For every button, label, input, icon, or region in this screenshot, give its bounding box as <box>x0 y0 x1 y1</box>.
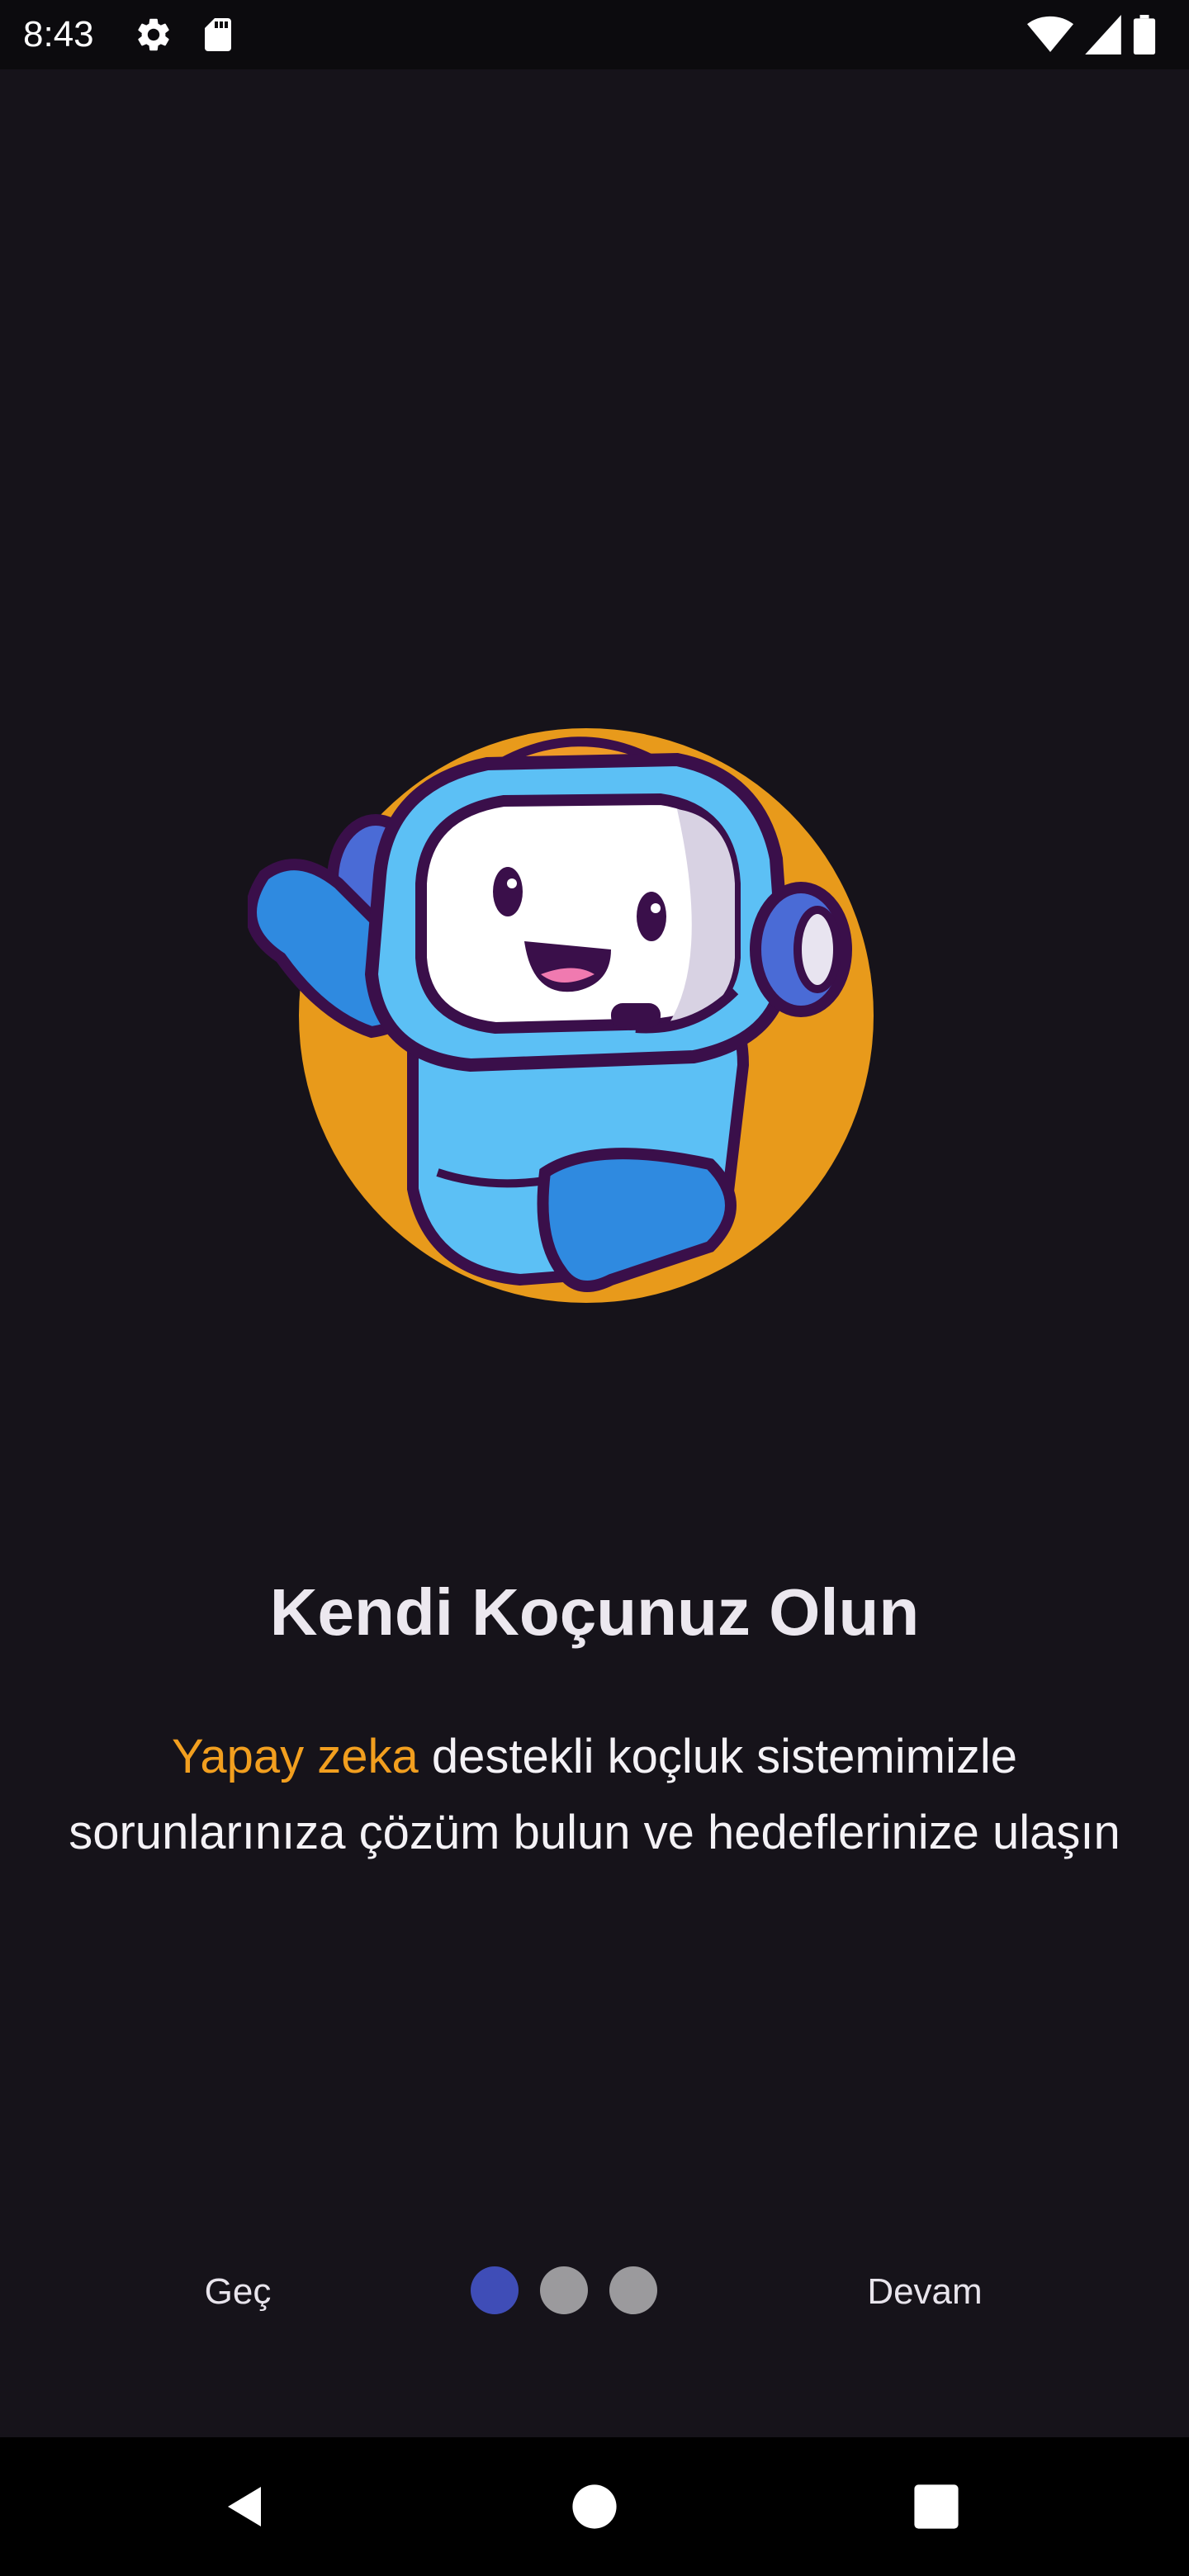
signal-icon <box>1085 15 1121 54</box>
home-button[interactable] <box>553 2465 636 2548</box>
page-dot-1[interactable] <box>471 2266 519 2314</box>
battery-icon <box>1133 15 1156 54</box>
next-button[interactable]: Devam <box>834 2259 1016 2325</box>
onboarding-description: Yapay zeka destekli koçluk sistemimizle … <box>66 1719 1123 1871</box>
status-bar: 8:43 <box>0 0 1189 69</box>
recents-icon <box>914 2484 959 2529</box>
home-icon <box>572 2484 617 2529</box>
robot-mascot-illustration <box>248 728 874 1303</box>
status-right-icons <box>1027 12 1156 58</box>
back-icon <box>228 2487 261 2526</box>
back-button[interactable] <box>206 2465 289 2548</box>
page-indicator <box>471 2266 657 2315</box>
sd-card-icon <box>205 18 231 51</box>
wifi-icon <box>1027 16 1073 52</box>
onboarding-screen: 8:43 Kendi Koçunuz Olun Yapay zeka deste… <box>0 0 1189 2576</box>
page-dot-3[interactable] <box>609 2266 657 2314</box>
gear-icon <box>138 18 169 51</box>
status-time: 8:43 <box>23 14 94 54</box>
recents-button[interactable] <box>895 2465 978 2548</box>
onboarding-title: Kendi Koçunuz Olun <box>269 1575 920 1649</box>
description-highlight: Yapay zeka <box>172 1730 419 1783</box>
page-dot-2[interactable] <box>540 2266 588 2314</box>
skip-button[interactable]: Geç <box>165 2259 310 2325</box>
system-nav-bar <box>0 2437 1189 2576</box>
